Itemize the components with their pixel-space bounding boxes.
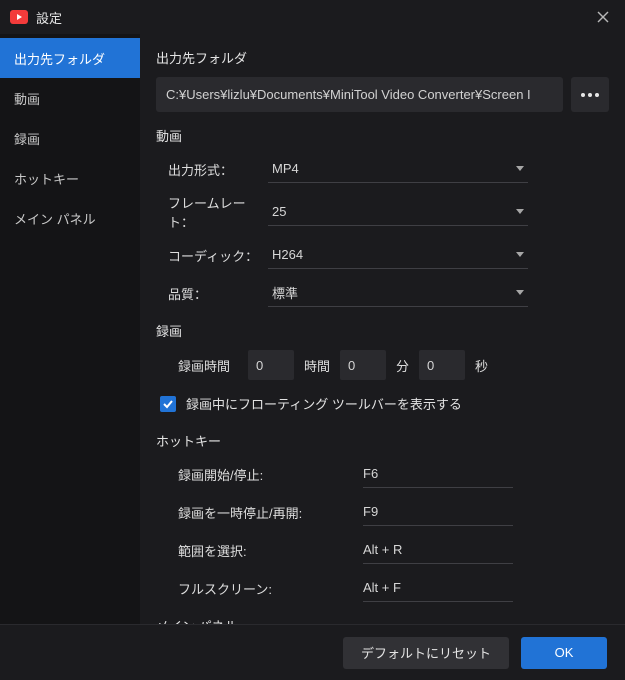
label-output-format: 出力形式：	[168, 160, 268, 179]
sidebar: 出力先フォルダ 動画 録画 ホットキー メイン パネル	[0, 34, 140, 624]
label-hotkey: 録画を一時停止/再開:	[178, 503, 363, 522]
sidebar-item-label: 動画	[14, 89, 40, 108]
output-folder-row: C:¥Users¥lizlu¥Documents¥MiniTool Video …	[156, 77, 609, 112]
hotkey-field-pause-resume[interactable]: F9	[363, 498, 513, 526]
sidebar-item-video[interactable]: 動画	[0, 78, 140, 118]
sidebar-item-label: メイン パネル	[14, 209, 96, 228]
window-body: 出力先フォルダ 動画 録画 ホットキー メイン パネル 出力先フォルダ C:¥U…	[0, 34, 625, 624]
row-record-time: 録画時間 時間 分 秒	[156, 350, 609, 380]
dropdown-value: 25	[272, 204, 286, 219]
chevron-down-icon	[516, 290, 524, 295]
row-output-format: 出力形式： MP4	[156, 155, 609, 183]
titlebar: 設定	[0, 0, 625, 34]
label-show-toolbar: 録画中にフローティング ツールバーを表示する	[186, 394, 462, 413]
row-codec: コーディック： H264	[156, 241, 609, 269]
chevron-down-icon	[516, 252, 524, 257]
hotkey-value: F6	[363, 466, 378, 481]
dropdown-value: H264	[272, 247, 303, 262]
input-seconds[interactable]	[419, 350, 465, 380]
section-title-main-panel: メイン パネル	[156, 616, 609, 624]
check-icon	[162, 398, 174, 410]
window-title: 設定	[36, 8, 62, 27]
label-hotkey: フルスクリーン:	[178, 579, 363, 598]
sidebar-item-label: 録画	[14, 129, 40, 148]
sidebar-item-main-panel[interactable]: メイン パネル	[0, 198, 140, 238]
label-hotkey: 範囲を選択:	[178, 541, 363, 560]
label-codec: コーディック：	[168, 246, 268, 265]
dropdown-framerate[interactable]: 25	[268, 198, 528, 226]
input-hours[interactable]	[248, 350, 294, 380]
sidebar-item-record[interactable]: 録画	[0, 118, 140, 158]
dropdown-value: MP4	[272, 161, 299, 176]
close-icon	[597, 11, 609, 23]
dropdown-quality[interactable]: 標準	[268, 279, 528, 307]
section-title-record: 録画	[156, 321, 609, 340]
row-show-toolbar: 録画中にフローティング ツールバーを表示する	[156, 394, 609, 413]
chevron-down-icon	[516, 209, 524, 214]
chevron-down-icon	[516, 166, 524, 171]
hotkey-value: F9	[363, 504, 378, 519]
unit-seconds: 秒	[475, 356, 488, 375]
label-framerate: フレームレート：	[168, 193, 268, 231]
dropdown-output-format[interactable]: MP4	[268, 155, 528, 183]
hotkey-value: Alt + F	[363, 580, 401, 595]
checkbox-show-toolbar[interactable]	[160, 396, 176, 412]
hotkey-field-fullscreen[interactable]: Alt + F	[363, 574, 513, 602]
sidebar-item-output-folder[interactable]: 出力先フォルダ	[0, 38, 140, 78]
sidebar-item-label: 出力先フォルダ	[14, 49, 105, 68]
row-framerate: フレームレート： 25	[156, 193, 609, 231]
label-hotkey: 録画開始/停止:	[178, 465, 363, 484]
reset-defaults-button[interactable]: デフォルトにリセット	[343, 637, 509, 669]
row-hotkey-select-region: 範囲を選択: Alt + R	[156, 536, 609, 564]
row-hotkey-start-stop: 録画開始/停止: F6	[156, 460, 609, 488]
footer: デフォルトにリセット OK	[0, 624, 625, 680]
row-quality: 品質： 標準	[156, 279, 609, 307]
section-title-hotkeys: ホットキー	[156, 431, 609, 450]
label-record-time: 録画時間	[178, 356, 230, 375]
unit-minutes: 分	[396, 356, 409, 375]
row-hotkey-pause-resume: 録画を一時停止/再開: F9	[156, 498, 609, 526]
ok-button[interactable]: OK	[521, 637, 607, 669]
sidebar-item-label: ホットキー	[14, 169, 79, 188]
dropdown-value: 標準	[272, 283, 298, 302]
unit-hours: 時間	[304, 356, 330, 375]
input-minutes[interactable]	[340, 350, 386, 380]
app-logo-icon	[10, 8, 28, 26]
section-title-output-folder: 出力先フォルダ	[156, 48, 609, 67]
sidebar-item-hotkeys[interactable]: ホットキー	[0, 158, 140, 198]
browse-button[interactable]	[571, 77, 609, 112]
output-folder-path-text: C:¥Users¥lizlu¥Documents¥MiniTool Video …	[166, 87, 531, 102]
ellipsis-icon	[581, 93, 599, 97]
row-hotkey-fullscreen: フルスクリーン: Alt + F	[156, 574, 609, 602]
hotkey-field-start-stop[interactable]: F6	[363, 460, 513, 488]
dropdown-codec[interactable]: H264	[268, 241, 528, 269]
section-title-video: 動画	[156, 126, 609, 145]
settings-window: 設定 出力先フォルダ 動画 録画 ホットキー メイン パネル	[0, 0, 625, 680]
hotkey-value: Alt + R	[363, 542, 402, 557]
main-content: 出力先フォルダ C:¥Users¥lizlu¥Documents¥MiniToo…	[140, 34, 625, 624]
output-folder-path[interactable]: C:¥Users¥lizlu¥Documents¥MiniTool Video …	[156, 77, 563, 112]
hotkey-field-select-region[interactable]: Alt + R	[363, 536, 513, 564]
label-quality: 品質：	[168, 284, 268, 303]
close-button[interactable]	[591, 5, 615, 29]
